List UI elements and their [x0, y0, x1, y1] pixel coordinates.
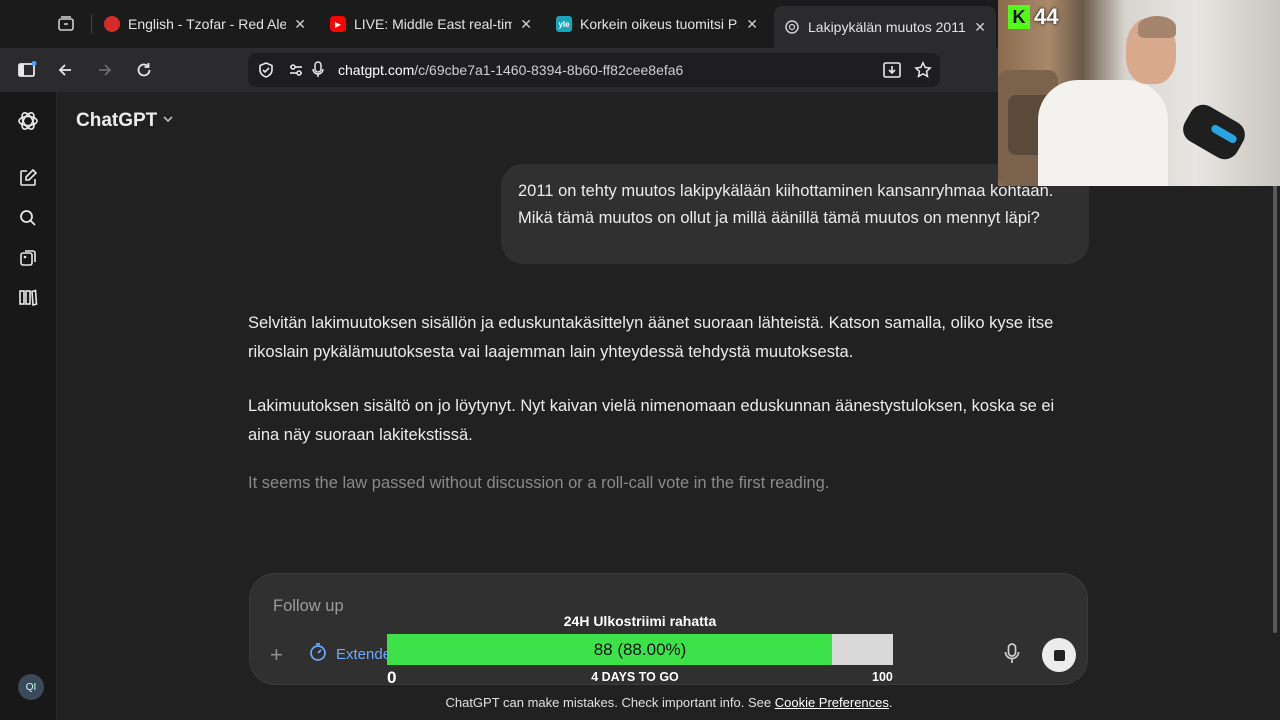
- reload-icon[interactable]: [132, 58, 156, 82]
- close-icon[interactable]: ✕: [746, 16, 758, 33]
- mic-icon[interactable]: [1002, 642, 1022, 671]
- library-icon[interactable]: [16, 285, 40, 309]
- images-icon[interactable]: [16, 246, 40, 270]
- assistant-paragraph: Selvitän lakimuutoksen sisällön ja edusk…: [248, 314, 1054, 361]
- site-settings-icon[interactable]: [284, 58, 308, 82]
- chatgpt-icon: [784, 19, 800, 35]
- sidebar-toggle-icon[interactable]: [15, 58, 39, 82]
- stop-generating-button[interactable]: [1042, 638, 1076, 672]
- browser-toolbar: chatgpt.com/c/69cbe7a1-1460-8394-8b60-ff…: [0, 48, 1000, 92]
- forward-icon[interactable]: [93, 58, 117, 82]
- kick-logo-icon: K: [1008, 5, 1030, 29]
- yle-icon: yle: [556, 16, 572, 32]
- chatgpt-sidebar: QI: [0, 92, 57, 720]
- tab-live-middle-east[interactable]: ▶ LIVE: Middle East real-time c ✕: [320, 6, 542, 42]
- model-selector[interactable]: ChatGPT: [76, 110, 175, 132]
- composer: Follow up + Extended: [249, 573, 1088, 685]
- assistant-paragraph: Lakimuutoksen sisältö on jo löytynyt. Ny…: [248, 397, 1055, 444]
- timer-icon: [308, 642, 328, 666]
- stop-icon: [1053, 649, 1065, 661]
- bookmark-star-icon[interactable]: [911, 58, 935, 82]
- tab-red-alert[interactable]: English - Tzofar - Red Alert ✕: [94, 6, 316, 42]
- shield-icon[interactable]: [254, 58, 278, 82]
- goal-title: 24H Ulkostriimi rahatta: [563, 613, 717, 629]
- youtube-icon: ▶: [330, 16, 346, 32]
- extended-mode-button[interactable]: Extended: [308, 642, 399, 666]
- scrollbar[interactable]: [1273, 185, 1277, 633]
- tab-korkein-oikeus[interactable]: yle Korkein oikeus tuomitsi Päiv ✕: [546, 6, 768, 42]
- tab-lakipykala[interactable]: Lakipykälän muutos 2011 ✕: [774, 6, 996, 48]
- webcam-overlay: K 44: [998, 0, 1280, 186]
- goal-progress-bar: 88 (88.00%): [387, 634, 893, 665]
- thinking-status: It seems the law passed without discussi…: [248, 474, 830, 492]
- red-alert-icon: [104, 16, 120, 32]
- tab-search-icon[interactable]: [54, 12, 78, 36]
- goal-value: 88 (88.00%): [593, 640, 687, 659]
- close-icon[interactable]: ✕: [294, 16, 306, 33]
- kick-badge: K 44: [1008, 4, 1086, 30]
- goal-max: 100: [872, 670, 893, 684]
- close-icon[interactable]: ✕: [974, 19, 986, 36]
- goal-days-left: 4 DAYS TO GO: [591, 670, 679, 684]
- footer-disclaimer: ChatGPT can make mistakes. Check importa…: [445, 695, 893, 710]
- cookie-preferences-link[interactable]: Cookie Preferences: [775, 695, 889, 710]
- chevron-down-icon: [161, 110, 175, 132]
- composer-input[interactable]: Follow up: [273, 597, 344, 616]
- mic-permission-icon[interactable]: [306, 58, 330, 82]
- close-icon[interactable]: ✕: [520, 16, 532, 33]
- search-icon[interactable]: [16, 206, 40, 230]
- openai-logo-icon[interactable]: [16, 109, 40, 133]
- brand-label: ChatGPT: [76, 110, 158, 131]
- goal-min: 0: [387, 668, 397, 687]
- new-chat-icon[interactable]: [16, 166, 40, 190]
- plus-icon[interactable]: +: [270, 642, 283, 668]
- viewer-count: 44: [1034, 4, 1059, 29]
- install-app-icon[interactable]: [880, 58, 904, 82]
- back-icon[interactable]: [53, 58, 77, 82]
- url-text: chatgpt.com/c/69cbe7a1-1460-8394-8b60-ff…: [338, 62, 684, 78]
- address-bar[interactable]: chatgpt.com/c/69cbe7a1-1460-8394-8b60-ff…: [248, 53, 940, 87]
